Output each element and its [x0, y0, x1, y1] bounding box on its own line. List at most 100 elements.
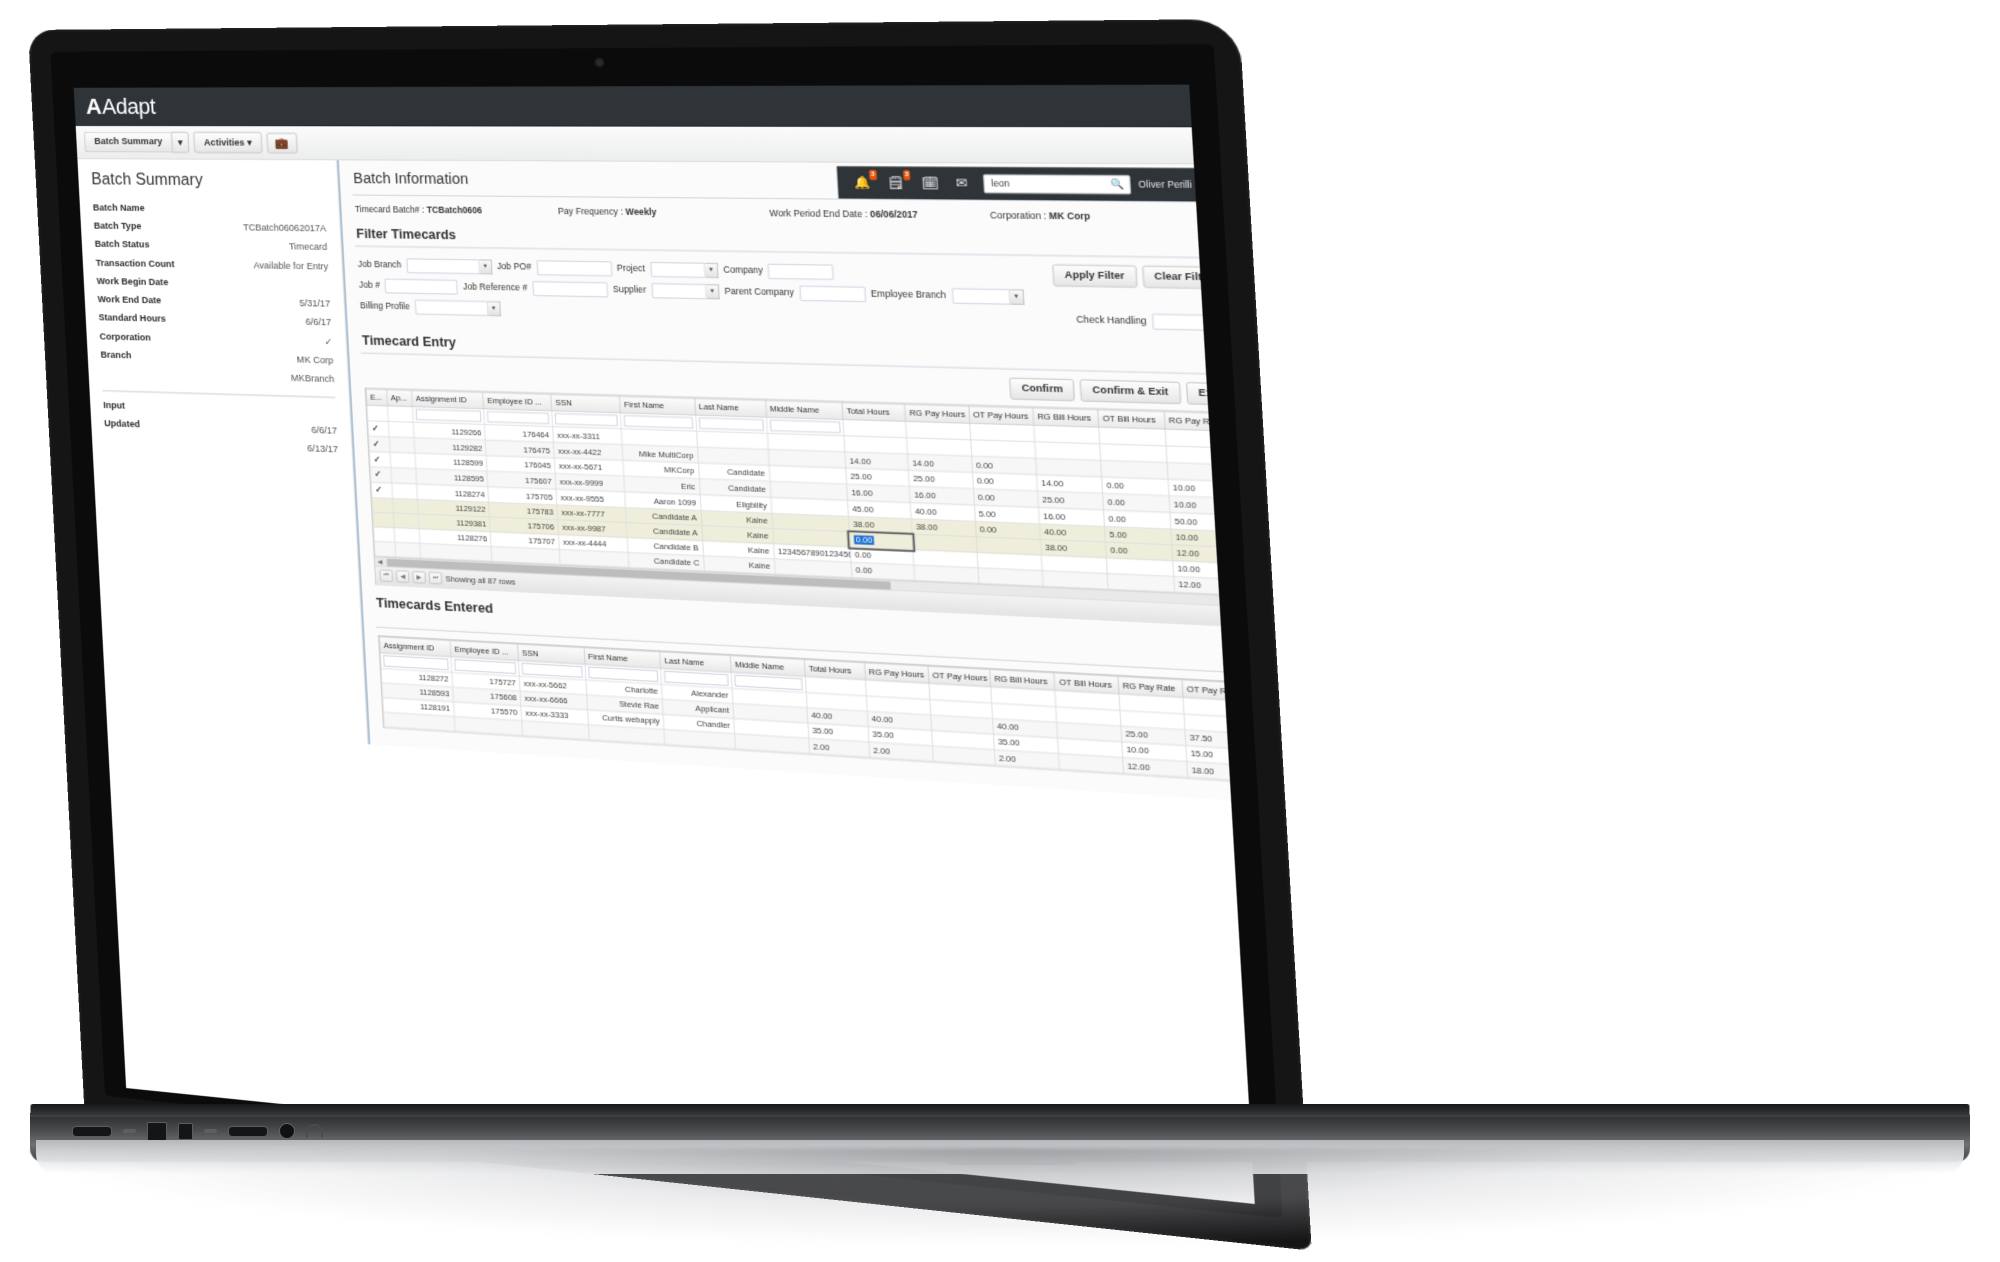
row-check-icon — [374, 541, 396, 557]
cell-rg-pay-hours[interactable]: 2.00 — [868, 741, 934, 762]
next-page-button[interactable]: ▶ — [412, 571, 426, 584]
row-check-icon: ✓ — [367, 420, 389, 437]
row-approve-cell — [393, 527, 420, 544]
last-page-button[interactable]: ⏭ — [428, 571, 443, 585]
col-last-name[interactable]: Last Name — [694, 398, 767, 418]
help-icon[interactable]: ? — [1236, 638, 1251, 652]
billing-profile-select[interactable]: ▼ — [414, 299, 501, 317]
summary-value: 6/6/17 — [311, 425, 338, 437]
col-rg-pay-rate[interactable]: RG Pay Rate — [1163, 411, 1232, 432]
timecard-batch-meta: Timecard Batch# : TCBatch0606 — [355, 205, 558, 216]
summary-value: ✓ — [324, 337, 333, 348]
col-ot-bill-hours[interactable]: OT Bill Hours — [1097, 409, 1165, 430]
summary-key: Transaction Count — [95, 258, 175, 270]
job-branch-select[interactable]: ▼ — [406, 258, 493, 275]
row-approve-cell — [394, 542, 421, 559]
chevron-down-icon: ▾ — [1196, 179, 1203, 190]
summary-value: TCBatch06062017A — [242, 223, 327, 235]
row-approve-cell — [391, 483, 418, 500]
filter-cell — [969, 423, 1035, 442]
cell-ot-bill-hours[interactable] — [1059, 753, 1124, 774]
timecard-batch-value: TCBatch0606 — [426, 205, 483, 216]
row-approve-cell — [389, 452, 416, 469]
scroll-left-icon[interactable]: ◀ — [375, 558, 386, 565]
parent-company-input[interactable] — [799, 285, 866, 303]
search-icon[interactable]: 🔍 — [1111, 178, 1125, 190]
timecard-batch-label: Timecard Batch# : — [354, 204, 425, 215]
calendar-icon[interactable]: 🗓 — [912, 172, 948, 195]
summary-key: Standard Hours — [98, 312, 167, 325]
webcam-icon — [594, 57, 605, 68]
laptop-bezel: A Adapt Batch Summary ▾ Activities ▾ 💼 B… — [50, 44, 1283, 1219]
parent-company-label: Parent Company — [724, 287, 795, 299]
panel-title: Batch Information — [352, 170, 469, 188]
activities-menu-button[interactable]: Activities ▾ — [193, 131, 263, 154]
cell-total-hours[interactable]: 2.00 — [808, 738, 870, 758]
summary-value: 6/6/17 — [305, 317, 332, 329]
user-menu[interactable]: Oliver Perilli ▾ — [1138, 179, 1208, 190]
project-label: Project — [616, 264, 646, 275]
confirm-button[interactable]: Confirm — [1009, 377, 1076, 402]
row-approve-cell — [388, 436, 415, 454]
confirm-exit-button[interactable]: Confirm & Exit — [1079, 379, 1182, 405]
notifications-bell-icon[interactable]: 🔔 3 — [845, 169, 880, 194]
chevron-down-icon[interactable]: ▼ — [704, 262, 719, 279]
clear-filter-button[interactable]: Clear Filter — [1141, 265, 1225, 290]
employee-branch-label: Employee Branch — [870, 289, 947, 301]
corporation-meta: Corporation : MK Corp — [990, 211, 1221, 223]
employee-branch-select[interactable]: ▼ — [951, 288, 1024, 305]
cell-rg-pay-rate[interactable]: 12.00 — [1122, 757, 1188, 778]
job-number-input[interactable] — [384, 278, 459, 295]
briefcase-icon[interactable]: 💼 — [266, 132, 298, 153]
cell-ot-pay-hours[interactable] — [932, 745, 995, 766]
adapt-logo[interactable]: A Adapt — [85, 93, 156, 119]
cell-ot-pay-rate[interactable]: 18.00 — [1186, 761, 1253, 782]
pay-frequency-value: Weekly — [625, 207, 657, 218]
supplier-select[interactable]: ▼ — [651, 283, 720, 300]
check-handling-select[interactable]: ▼ — [1152, 313, 1228, 331]
mail-icon[interactable]: ✉ — [946, 172, 976, 195]
cell-ssn[interactable] — [521, 720, 589, 740]
search-input[interactable] — [988, 177, 1112, 191]
batch-summary-split-button[interactable]: Batch Summary ▾ — [84, 131, 190, 153]
chevron-down-icon[interactable]: ▼ — [479, 259, 493, 275]
company-input[interactable] — [768, 263, 835, 280]
exit-button[interactable]: Exit — [1185, 382, 1232, 406]
col-expand[interactable]: E... — [365, 389, 388, 406]
summary-value: Available for Entry — [253, 260, 329, 272]
chevron-down-icon[interactable]: ▼ — [705, 284, 720, 300]
row-check-icon — [372, 512, 394, 528]
job-branch-label: Job Branch — [357, 260, 402, 271]
chevron-down-icon[interactable]: ▼ — [1009, 289, 1024, 305]
prev-page-button[interactable]: ◀ — [395, 570, 410, 583]
col-employee-id[interactable]: Employee ID ... — [483, 392, 552, 411]
tasks-checklist-icon[interactable]: 🗒 3 — [878, 169, 913, 194]
job-reference-label: Job Reference # — [462, 282, 528, 294]
col-total-hours[interactable]: Total Hours — [841, 402, 906, 422]
job-po-input[interactable] — [536, 260, 612, 277]
col-rg-pay-hours[interactable]: RG Pay Hours — [904, 404, 970, 424]
cell-employee-id[interactable] — [454, 716, 523, 736]
chevron-down-icon[interactable]: ▾ — [170, 131, 190, 153]
col-ot-pay-hours[interactable]: OT Pay Hours — [968, 406, 1034, 426]
cell-assignment-id[interactable] — [383, 712, 456, 732]
cell-middle-name[interactable] — [734, 733, 810, 754]
summary-value: 5/31/17 — [299, 298, 331, 310]
col-approved[interactable]: Ap... — [386, 389, 413, 407]
cell-last-name[interactable] — [664, 729, 736, 749]
col-ssn[interactable]: SSN — [550, 394, 621, 413]
chevron-down-icon[interactable]: ▼ — [487, 301, 501, 317]
project-select[interactable]: ▼ — [649, 262, 719, 279]
gear-icon[interactable]: ⚙ — [1207, 177, 1228, 193]
scroll-right-icon[interactable]: ▶ — [1230, 597, 1243, 605]
chevron-down-icon[interactable]: ▼ — [1212, 314, 1228, 331]
apply-filter-button[interactable]: Apply Filter — [1052, 264, 1138, 288]
corporation-value: MK Corp — [1048, 211, 1091, 222]
col-rg-bill-hours[interactable]: RG Bill Hours — [1032, 407, 1099, 428]
job-reference-input[interactable] — [532, 281, 609, 298]
global-search[interactable]: 🔍 — [982, 173, 1132, 194]
cell-rg-bill-hours[interactable]: 2.00 — [993, 749, 1060, 770]
first-page-button[interactable]: ⏮ — [379, 569, 394, 583]
summary-key: Updated — [103, 418, 141, 430]
batch-summary-button[interactable]: Batch Summary — [84, 131, 172, 153]
